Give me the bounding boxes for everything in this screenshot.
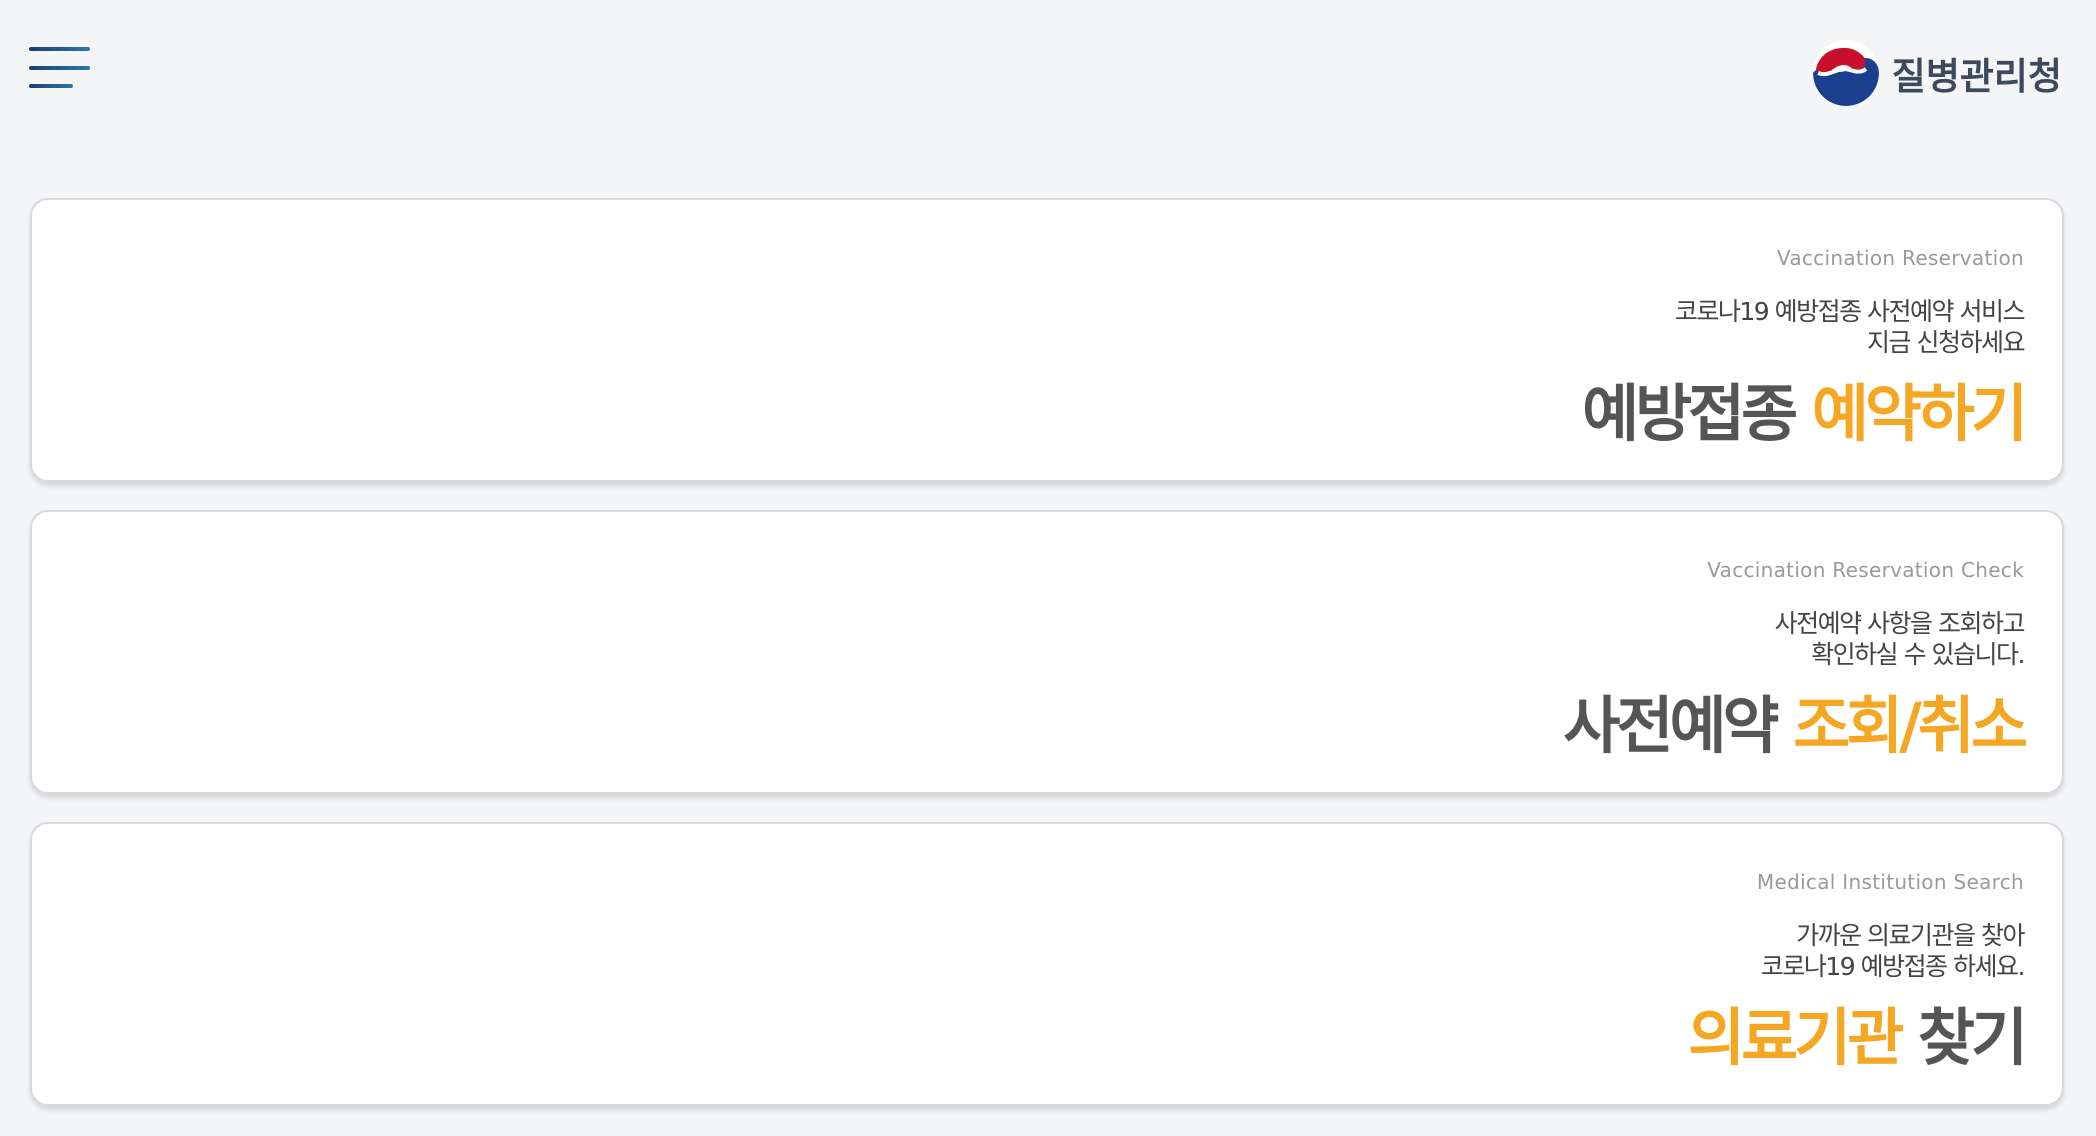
card-description-line: 코로나19 예방접종 사전예약 서비스 [1674,297,2026,326]
menu-bar-middle [29,66,90,70]
card-title-highlight: 예약하기 [1811,377,2028,450]
card-description-line: 확인하실 수 있습니다. [1811,640,2025,669]
card-description: 코로나19 예방접종 사전예약 서비스 지금 신청하세요 [1674,296,2026,358]
card-title-part: 예방접종 [1582,377,1798,450]
agency-name: 질병관리청 [1891,55,2062,98]
card-medical-institution-search[interactable]: Medical Institution Search 가까운 의료기관을 찾아 … [30,822,2064,1106]
card-title-part: 사전예약 [1563,689,1779,762]
card-title: 예방접종 예약하기 [1582,377,2028,450]
card-english-label: Vaccination Reservation [1776,246,2024,270]
hamburger-menu-icon[interactable] [29,44,93,92]
card-title: 의료기관 찾기 [1688,1001,2028,1074]
card-description-line: 지금 신청하세요 [1867,328,2025,357]
card-description-line: 사전예약 사항을 조회하고 [1774,609,2026,638]
card-english-label: Vaccination Reservation Check [1707,558,2024,582]
menu-bar-top [29,47,90,51]
card-title: 사전예약 조회/취소 [1563,689,2028,762]
card-title-part: 찾기 [1917,1001,2028,1074]
card-description-line: 코로나19 예방접종 하세요. [1760,952,2026,981]
card-title-highlight: 의료기관 [1688,1001,1904,1074]
card-english-label: Medical Institution Search [1756,870,2024,894]
taegeuk-emblem-icon [1812,40,1879,106]
card-description: 가까운 의료기관을 찾아 코로나19 예방접종 하세요. [1760,920,2026,982]
service-card-list: Vaccination Reservation 코로나19 예방접종 사전예약 … [30,198,2064,1134]
card-description-line: 가까운 의료기관을 찾아 [1796,921,2025,950]
card-vaccination-reservation[interactable]: Vaccination Reservation 코로나19 예방접종 사전예약 … [30,198,2064,482]
card-reservation-check[interactable]: Vaccination Reservation Check 사전예약 사항을 조… [30,510,2064,794]
agency-logo[interactable]: 질병관리청 [1812,38,2062,108]
card-title-highlight: 조회/취소 [1793,689,2028,762]
menu-bar-bottom [29,84,73,88]
card-description: 사전예약 사항을 조회하고 확인하실 수 있습니다. [1774,608,2026,670]
header: 질병관리청 [0,0,2096,150]
